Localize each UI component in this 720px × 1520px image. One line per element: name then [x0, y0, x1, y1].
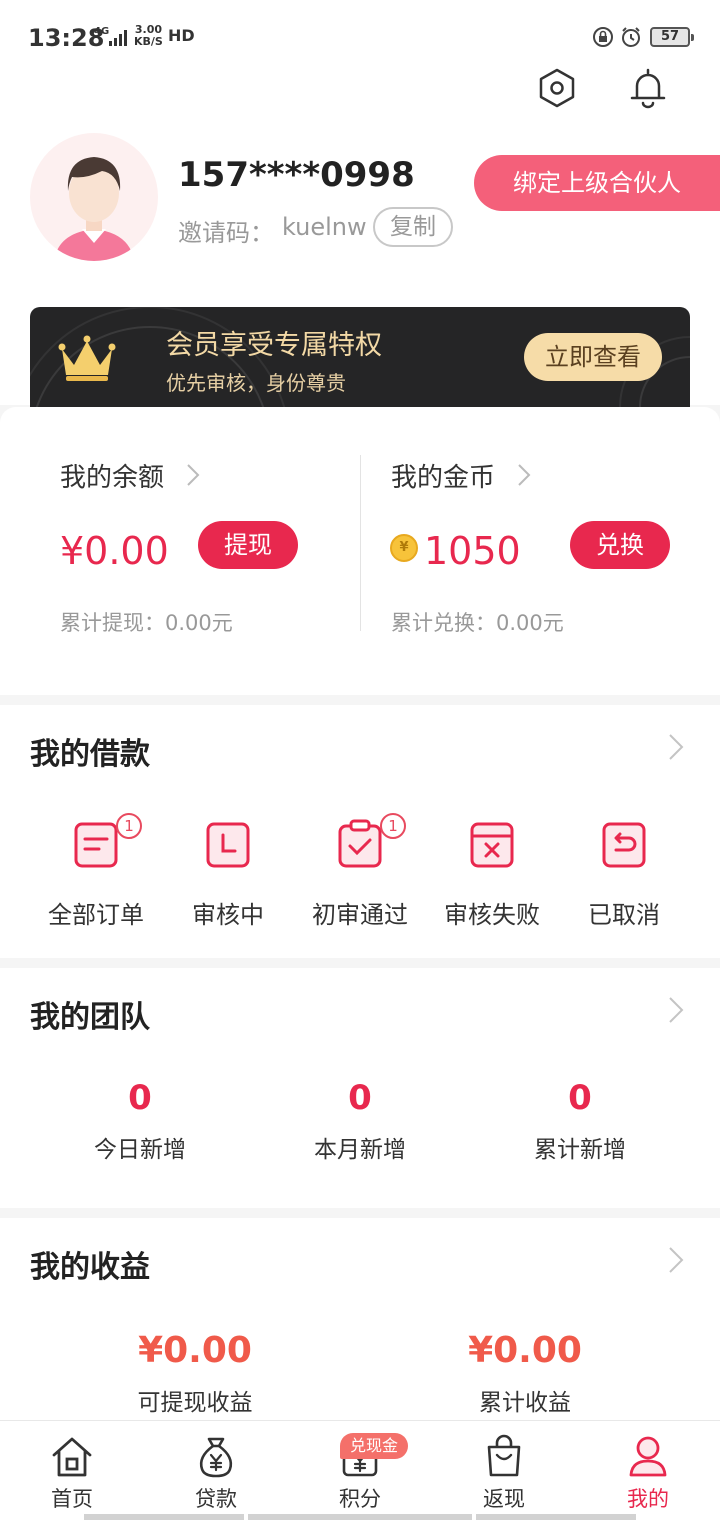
shopping-bag-icon — [487, 1434, 521, 1477]
coin-icon: ¥ — [390, 534, 418, 562]
tab-mine[interactable]: 我的 — [576, 1421, 720, 1520]
cash-badge: 兑现金 — [340, 1433, 409, 1459]
invite-code-value: kuelnw — [282, 213, 367, 241]
tab-label: 贷款 — [195, 1487, 237, 1511]
chevron-right-icon[interactable] — [668, 1246, 684, 1274]
loan-label: 审核中 — [192, 901, 264, 929]
settings-icon[interactable] — [535, 66, 579, 110]
chevron-right-icon — [187, 464, 200, 486]
loan-badge: 1 — [116, 813, 142, 839]
user-phone: 157****0998 — [178, 155, 415, 195]
notification-bell-icon[interactable] — [626, 66, 670, 110]
team-stat-label: 本月新增 — [314, 1137, 406, 1163]
total-withdrawn: 累计提现：0.00元 — [60, 611, 233, 635]
team-stat-label: 今日新增 — [94, 1137, 186, 1163]
copy-invite-button[interactable]: 复制 — [373, 207, 453, 247]
chevron-right-icon — [518, 464, 531, 486]
my-income-card: 我的收益 ¥0.00 可提现收益 ¥0.00 累计收益 — [0, 1218, 720, 1428]
nav-indicator — [248, 1514, 472, 1520]
tab-label: 我的 — [627, 1487, 669, 1511]
bottom-tab-bar: 首页 贷款 积分 返现 我的 兑现金 — [0, 1420, 720, 1520]
nav-indicator — [476, 1514, 636, 1520]
avatar[interactable] — [30, 133, 158, 261]
reviewing-icon — [206, 822, 250, 868]
team-stat-today[interactable]: 0 今日新增 — [30, 1078, 250, 1164]
bind-partner-button[interactable]: 绑定上级合伙人 — [474, 155, 720, 211]
crown-icon — [58, 335, 116, 381]
tab-loans[interactable]: 贷款 — [144, 1421, 288, 1520]
avatar-illustration — [54, 157, 134, 261]
network-type: 4G — [94, 26, 110, 37]
vip-banner[interactable]: 会员享受专属特权 优先审核，身份尊贵 立即查看 — [30, 307, 690, 407]
loan-label: 全部订单 — [48, 901, 144, 929]
income-title: 我的收益 — [30, 1250, 150, 1285]
battery-indicator: 57 — [650, 27, 694, 47]
loan-label: 初审通过 — [312, 901, 408, 929]
loan-approved[interactable]: 1 初审通过 — [294, 813, 426, 933]
loan-cancelled[interactable]: 已取消 — [558, 813, 690, 933]
status-time: 13:28 — [28, 24, 105, 52]
team-stat-value: 0 — [348, 1078, 372, 1118]
rotation-lock-icon — [593, 27, 613, 47]
income-value: ¥0.00 — [468, 1330, 582, 1371]
tab-cashback[interactable]: 返现 — [432, 1421, 576, 1520]
wallet-card: 我的余额 ¥0.00 提现 累计提现：0.00元 我的金币 1050 兑换 累计… — [0, 407, 720, 695]
balance-title: 我的余额 — [60, 463, 165, 493]
income-label: 累计收益 — [479, 1390, 571, 1416]
status-bar: 13:28 4G 3.00 KB/S HD 57 — [0, 0, 720, 76]
team-stat-value: 0 — [568, 1078, 592, 1118]
tab-label: 返现 — [483, 1487, 525, 1511]
coin-balance: 1050 — [424, 529, 521, 573]
signal-icon — [109, 30, 127, 46]
balance-section[interactable]: 我的余额 ¥0.00 提现 累计提现：0.00元 — [0, 407, 360, 695]
exchange-button[interactable]: 兑换 — [570, 521, 670, 569]
loan-reviewing[interactable]: 审核中 — [162, 813, 294, 933]
chevron-right-icon[interactable] — [668, 996, 684, 1024]
vip-title: 会员享受专属特权 — [166, 330, 382, 361]
tab-label: 首页 — [51, 1487, 93, 1511]
loan-label: 已取消 — [588, 901, 660, 929]
team-stat-value: 0 — [128, 1078, 152, 1118]
loan-badge: 1 — [380, 813, 406, 839]
money-bag-icon — [199, 1437, 233, 1478]
approved-icon — [338, 819, 382, 868]
withdraw-button[interactable]: 提现 — [198, 521, 298, 569]
team-stat-total[interactable]: 0 累计新增 — [470, 1078, 690, 1164]
hd-indicator: HD — [168, 26, 195, 45]
alarm-icon — [622, 27, 640, 47]
vip-subtitle: 优先审核，身份尊贵 — [166, 371, 346, 395]
network-speed: 3.00 KB/S — [134, 23, 163, 48]
income-label: 可提现收益 — [137, 1390, 253, 1416]
order-list-icon — [74, 822, 118, 868]
my-team-card: 我的团队 0 今日新增 0 本月新增 0 累计新增 — [0, 968, 720, 1208]
income-withdrawable[interactable]: ¥0.00 可提现收益 — [30, 1330, 360, 1417]
loan-all-orders[interactable]: 1 全部订单 — [30, 813, 162, 933]
balance-amount: ¥0.00 — [60, 529, 169, 573]
my-loans-card: 我的借款 1 全部订单 审核中 1 初审通过 审核失败 已取消 — [0, 705, 720, 958]
chevron-right-icon[interactable] — [668, 733, 684, 761]
loan-label: 审核失败 — [444, 901, 540, 929]
coins-title: 我的金币 — [391, 463, 496, 493]
income-total[interactable]: ¥0.00 累计收益 — [360, 1330, 690, 1417]
view-now-button[interactable]: 立即查看 — [524, 333, 662, 381]
cancelled-icon — [602, 822, 646, 868]
team-stat-label: 累计新增 — [534, 1137, 626, 1163]
tab-label: 积分 — [339, 1487, 381, 1511]
failed-icon — [470, 822, 514, 868]
income-value: ¥0.00 — [138, 1330, 252, 1371]
team-stat-month[interactable]: 0 本月新增 — [250, 1078, 470, 1164]
user-icon — [629, 1436, 667, 1477]
tab-home[interactable]: 首页 — [0, 1421, 144, 1520]
loans-title: 我的借款 — [30, 737, 150, 772]
nav-indicator — [84, 1514, 244, 1520]
invite-code-label: 邀请码： — [178, 219, 274, 247]
loan-failed[interactable]: 审核失败 — [426, 813, 558, 933]
team-title: 我的团队 — [30, 1000, 150, 1035]
total-exchanged: 累计兑换：0.00元 — [391, 611, 564, 635]
home-icon — [52, 1437, 92, 1477]
coins-section[interactable]: 我的金币 1050 兑换 累计兑换：0.00元 — [331, 407, 691, 695]
